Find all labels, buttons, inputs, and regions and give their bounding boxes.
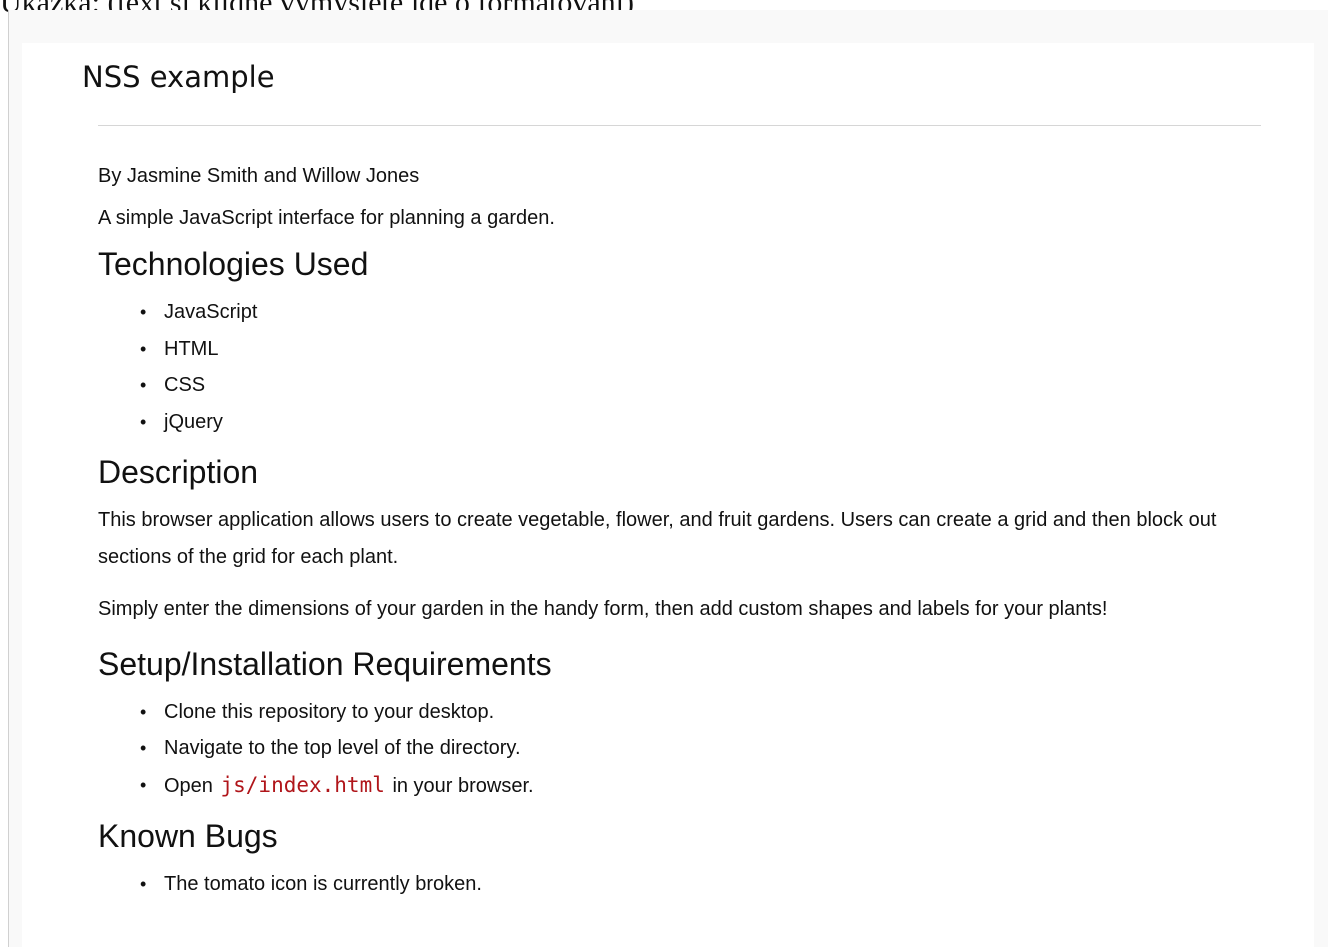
authors-line: By Jasmine Smith and Willow Jones — [98, 165, 420, 187]
bugs-list: The tomato icon is currently broken. — [98, 866, 1268, 903]
known-bugs-heading: Known Bugs — [98, 818, 278, 854]
technologies-heading: Technologies Used — [98, 246, 369, 282]
description-paragraph: Simply enter the dimensions of your gard… — [98, 598, 1108, 620]
list-item: The tomato icon is currently broken. — [140, 866, 1268, 903]
setup-heading: Setup/Installation Requirements — [98, 645, 552, 682]
list-item: jQuery — [140, 404, 1268, 441]
readme-content: By Jasmine Smith and Willow Jones A simp… — [98, 160, 1268, 915]
readme-header: NSS example — [82, 60, 275, 94]
list-item: Clone this repository to your desktop. — [140, 694, 1268, 731]
list-item: HTML — [140, 331, 1268, 368]
header-divider — [98, 125, 1261, 126]
list-item: Navigate to the top level of the directo… — [140, 730, 1268, 767]
open-suffix: in your browser. — [392, 774, 534, 797]
list-item: CSS — [140, 367, 1268, 404]
code-path: js/index.html — [220, 772, 385, 797]
list-item: JavaScript — [140, 294, 1268, 331]
description-heading: Description — [98, 454, 259, 490]
technologies-list: JavaScript HTML CSS jQuery — [98, 294, 1268, 440]
description-paragraph: This browser application allows users to… — [98, 509, 1217, 568]
list-item-open: Open js/index.html in your browser. — [140, 767, 1268, 805]
open-text: Open — [164, 774, 213, 797]
setup-list: Clone this repository to your desktop. N… — [98, 694, 1268, 805]
summary-line: A simple JavaScript interface for planni… — [98, 207, 555, 229]
